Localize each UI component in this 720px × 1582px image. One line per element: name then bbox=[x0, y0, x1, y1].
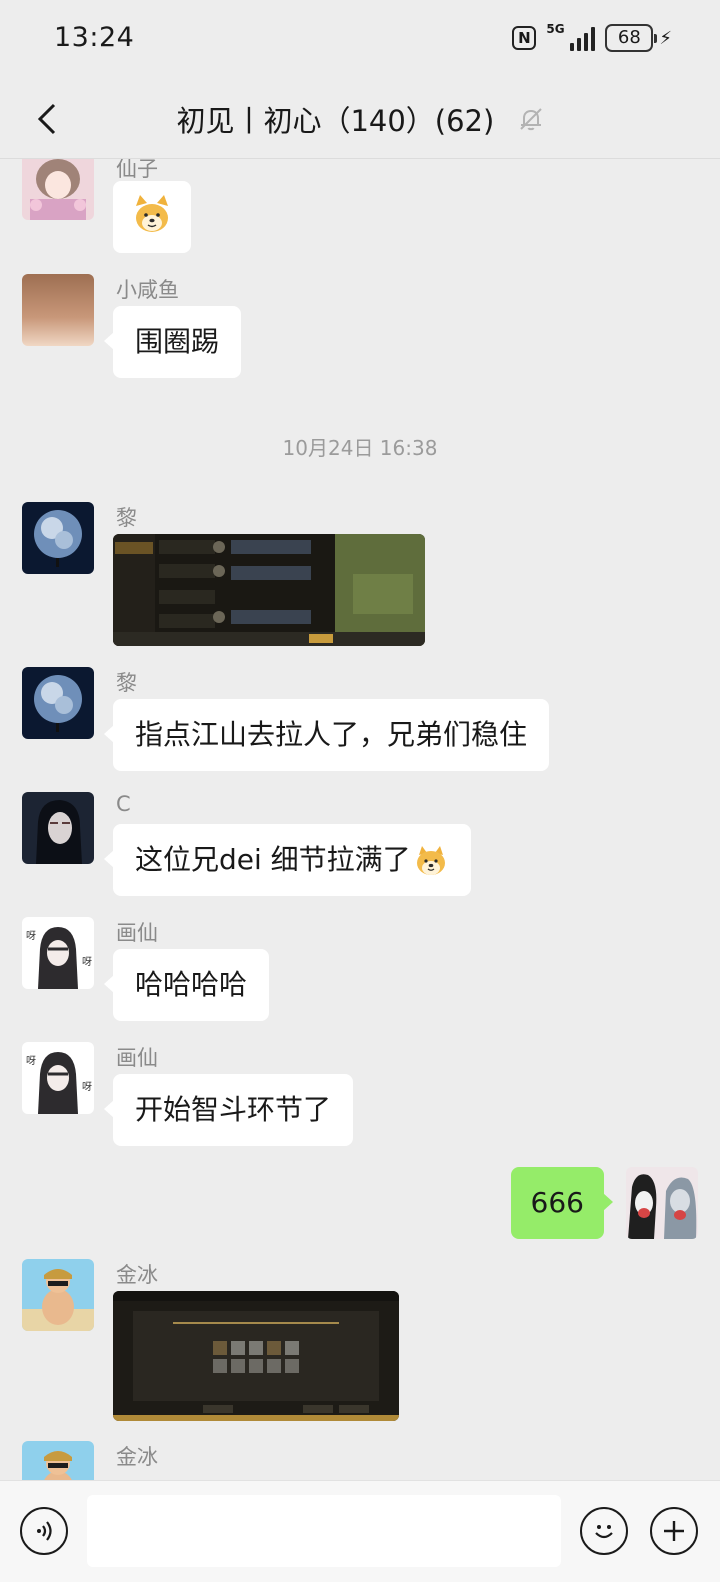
voice-button[interactable] bbox=[20, 1507, 68, 1555]
chat-message-list[interactable]: 仙子 小咸鱼 围圈踢 10月24日 16:38 黎 黎 指点江山去拉人了，兄弟们… bbox=[0, 159, 720, 1480]
doge-emoji-icon bbox=[416, 846, 445, 875]
signal-icon: 5G bbox=[546, 22, 596, 51]
status-bar: 13:24 N 5G 68 ⚡ bbox=[0, 0, 720, 84]
avatar[interactable] bbox=[22, 274, 94, 346]
chat-title: 初见丨初心（140）(62) bbox=[0, 98, 720, 140]
status-time: 13:24 bbox=[54, 22, 135, 53]
image-message[interactable] bbox=[113, 1291, 399, 1421]
sender-name: 金冰 bbox=[116, 1445, 158, 1469]
svg-text:呀: 呀 bbox=[82, 956, 92, 968]
svg-text:呀: 呀 bbox=[26, 930, 36, 942]
avatar[interactable] bbox=[22, 792, 94, 864]
chat-title-text: 初见丨初心（140）(62) bbox=[176, 104, 495, 138]
doge-emoji-icon bbox=[136, 195, 168, 232]
message-input[interactable] bbox=[87, 1495, 561, 1567]
sender-name: 黎 bbox=[116, 671, 137, 695]
sender-name: 黎 bbox=[116, 506, 137, 530]
message-timestamp: 10月24日 16:38 bbox=[282, 436, 438, 460]
text-message-bubble[interactable]: 围圈踢 bbox=[103, 306, 242, 378]
message-text: 这位兄dei 细节拉满了 bbox=[135, 843, 411, 876]
sender-name: 仙子 bbox=[116, 159, 158, 181]
avatar[interactable] bbox=[22, 667, 94, 739]
emoji-button[interactable] bbox=[580, 1507, 628, 1555]
avatar[interactable] bbox=[22, 159, 94, 220]
text-message-bubble[interactable]: 这位兄dei 细节拉满了 bbox=[104, 824, 471, 896]
plus-icon bbox=[664, 1521, 684, 1541]
nfc-icon: N bbox=[512, 26, 537, 50]
text-message-bubble[interactable]: 哈哈哈哈 bbox=[103, 949, 270, 1021]
avatar[interactable] bbox=[22, 1259, 94, 1331]
text-message-bubble-mine[interactable]: 666 bbox=[510, 1167, 614, 1239]
smiley-icon bbox=[595, 1525, 613, 1539]
image-message[interactable] bbox=[113, 534, 425, 646]
svg-text:呀: 呀 bbox=[82, 1081, 92, 1093]
avatar[interactable] bbox=[22, 1441, 94, 1480]
reward-screenshot-image bbox=[113, 1291, 399, 1421]
text-message-bubble[interactable]: 开始智斗环节了 bbox=[103, 1074, 354, 1146]
svg-text:呀: 呀 bbox=[26, 1055, 36, 1067]
sender-name: 画仙 bbox=[116, 1046, 158, 1070]
text-message-bubble[interactable]: 指点江山去拉人了，兄弟们稳住 bbox=[103, 699, 550, 771]
voice-icon bbox=[37, 1521, 52, 1541]
sender-name: 小咸鱼 bbox=[116, 278, 179, 302]
mute-bell-icon bbox=[519, 108, 542, 131]
sender-name: 金冰 bbox=[116, 1263, 158, 1287]
charging-icon: ⚡ bbox=[659, 27, 672, 49]
avatar[interactable]: 呀 呀 bbox=[22, 1042, 94, 1114]
sticker-message[interactable] bbox=[113, 181, 191, 253]
input-bar bbox=[0, 1480, 720, 1582]
sender-name: C bbox=[116, 792, 131, 816]
game-screenshot-image bbox=[113, 534, 425, 646]
avatar[interactable] bbox=[22, 502, 94, 574]
more-button[interactable] bbox=[650, 1507, 698, 1555]
avatar[interactable]: 呀 呀 bbox=[22, 917, 94, 989]
battery-icon: 68 ⚡ bbox=[605, 24, 672, 52]
chat-header: 初见丨初心（140）(62) bbox=[0, 84, 720, 159]
my-avatar[interactable] bbox=[626, 1167, 698, 1239]
sender-name: 画仙 bbox=[116, 921, 158, 945]
network-label: 5G bbox=[546, 22, 565, 36]
status-icons: N 5G 68 ⚡ bbox=[512, 22, 672, 52]
battery-level: 68 bbox=[605, 24, 654, 52]
